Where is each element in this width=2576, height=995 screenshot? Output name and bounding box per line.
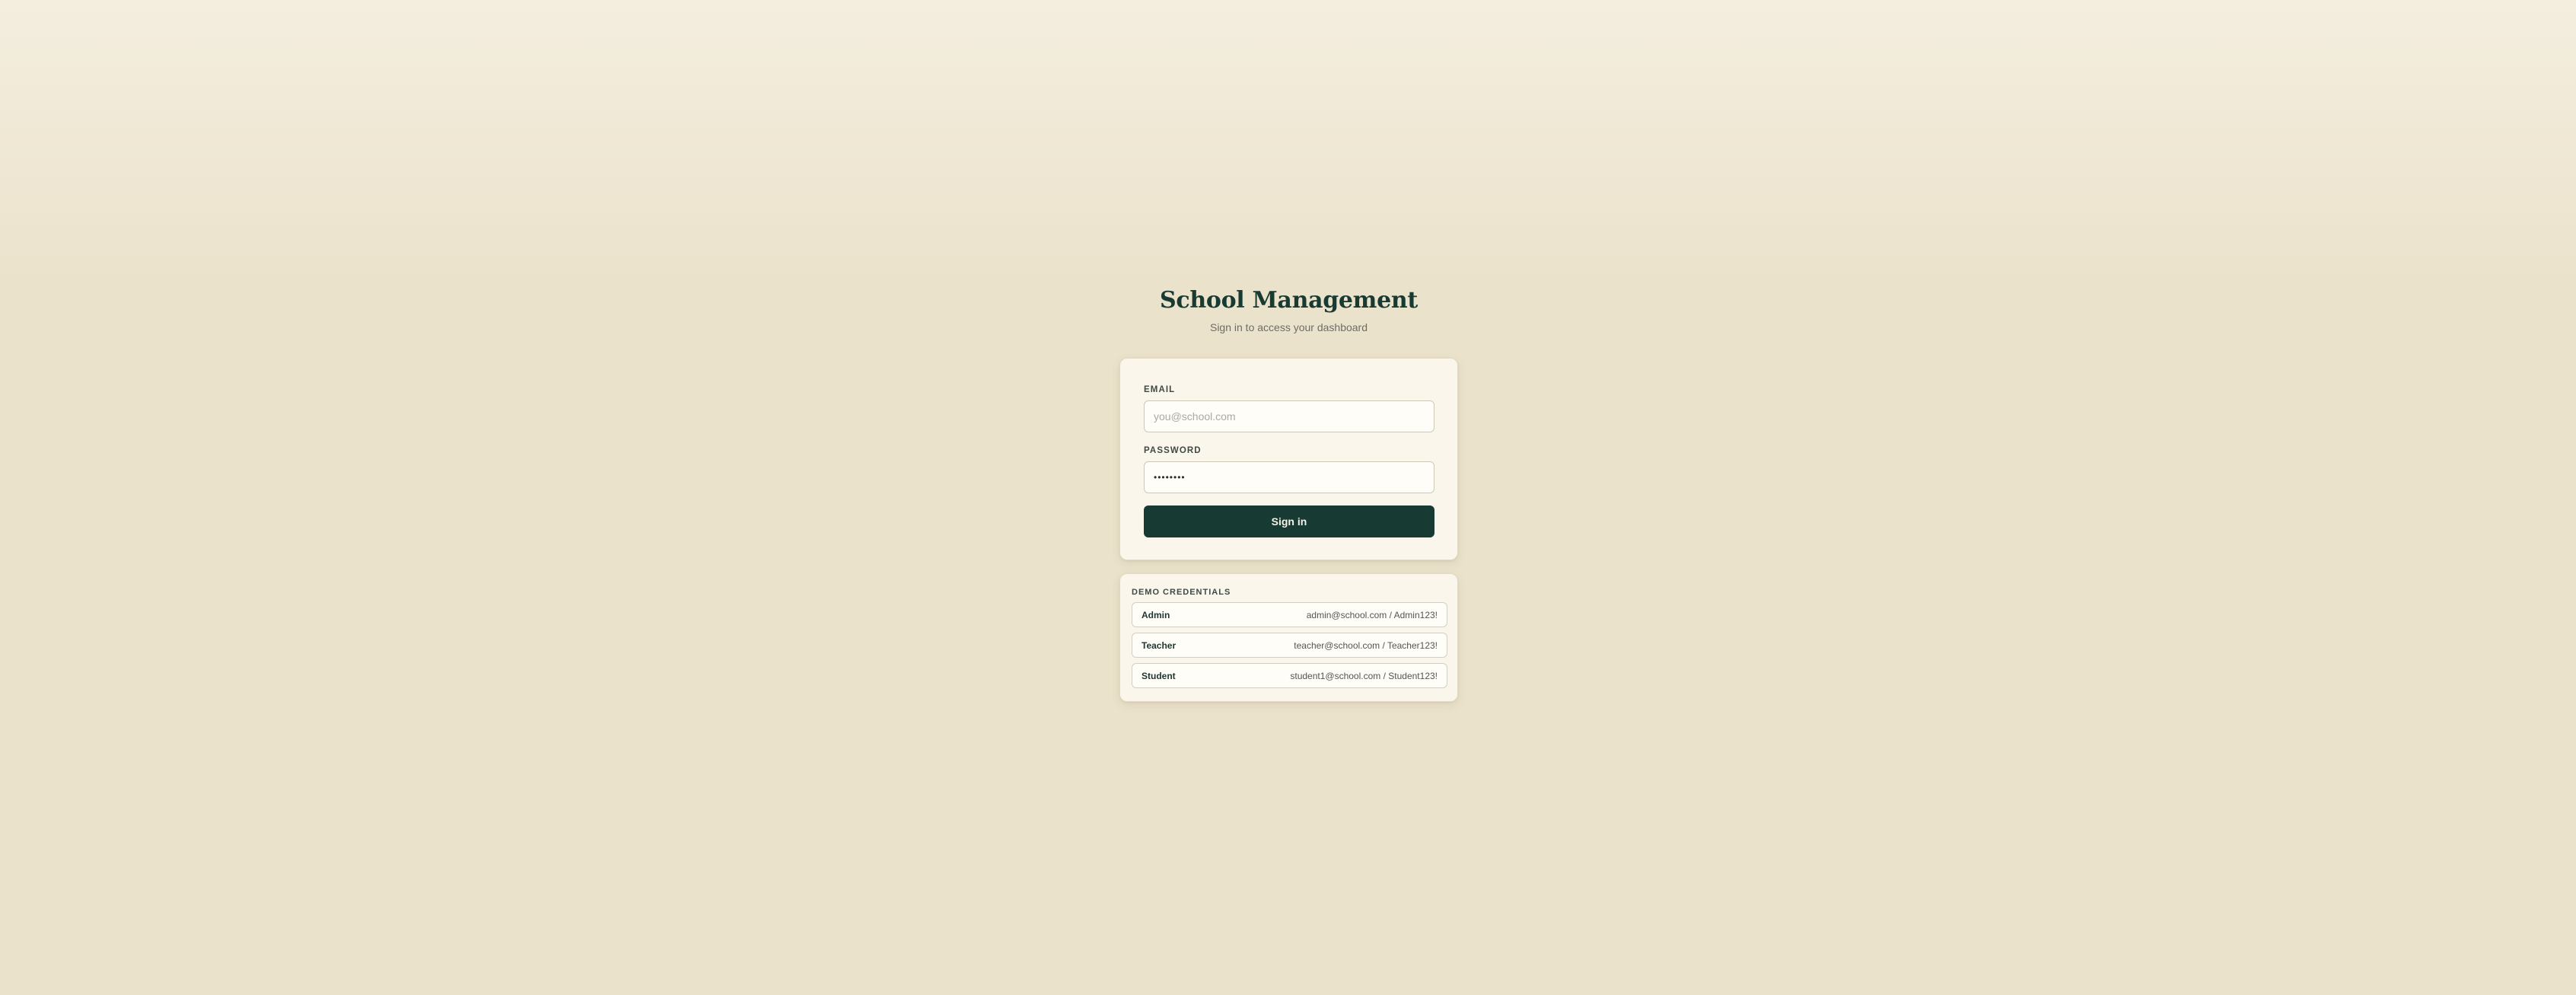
credential-role: Student xyxy=(1142,670,1176,681)
page-subtitle: Sign in to access your dashboard xyxy=(1209,321,1368,333)
credential-value: student1@school.com / Student123! xyxy=(1290,670,1438,681)
credential-role: Admin xyxy=(1142,609,1170,620)
credential-role: Teacher xyxy=(1142,639,1177,651)
credential-row-admin[interactable]: Admin admin@school.com / Admin123! xyxy=(1132,602,1447,627)
login-container: School Management Sign in to access your… xyxy=(1119,282,1458,702)
credential-row-teacher[interactable]: Teacher teacher@school.com / Teacher123! xyxy=(1132,633,1447,658)
signin-button[interactable]: Sign in xyxy=(1144,505,1434,537)
demo-credentials-card: DEMO CREDENTIALS Admin admin@school.com … xyxy=(1119,573,1458,702)
email-placeholder: you@school.com xyxy=(1154,410,1236,423)
login-header: School Management Sign in to access your… xyxy=(1119,282,1458,335)
credential-row-student[interactable]: Student student1@school.com / Student123… xyxy=(1132,663,1447,688)
email-label: EMAIL xyxy=(1144,385,1176,394)
password-value: •••••••• xyxy=(1154,472,1186,483)
demo-credentials-heading: DEMO CREDENTIALS xyxy=(1132,588,1231,597)
credential-value: teacher@school.com / Teacher123! xyxy=(1294,639,1438,651)
email-field[interactable]: you@school.com xyxy=(1144,400,1434,432)
credential-value: admin@school.com / Admin123! xyxy=(1306,609,1438,620)
password-label: PASSWORD xyxy=(1144,446,1202,455)
page-title: School Management xyxy=(1160,287,1418,314)
password-field[interactable]: •••••••• xyxy=(1144,461,1434,493)
login-card: EMAIL you@school.com PASSWORD •••••••• S… xyxy=(1119,358,1458,560)
